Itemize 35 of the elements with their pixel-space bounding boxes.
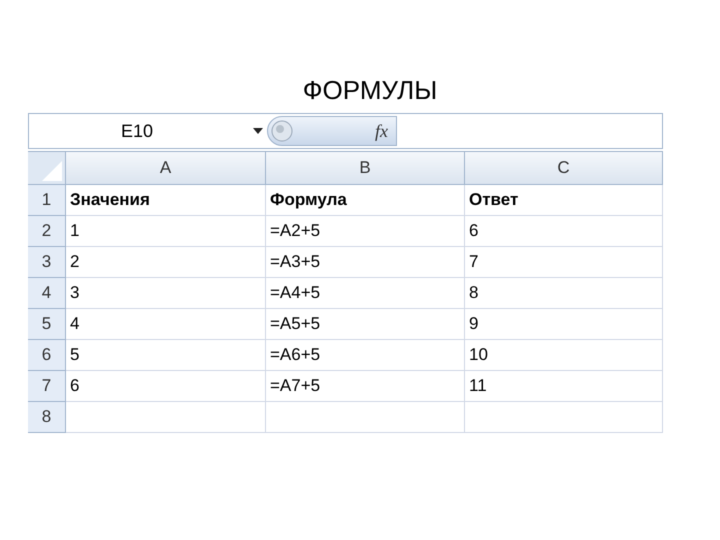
table-cell: 6 [66, 371, 266, 402]
row-header[interactable]: 3 [28, 247, 66, 278]
row-header[interactable]: 4 [28, 278, 66, 309]
table-cell: 11 [465, 371, 663, 402]
row-header[interactable]: 7 [28, 371, 66, 402]
table-cell: 2 [66, 247, 266, 278]
column-header[interactable]: B [266, 152, 465, 185]
table-cell: 5 [66, 340, 266, 371]
row-header[interactable]: 1 [28, 185, 66, 216]
table-cell: =A3+5 [266, 247, 465, 278]
row-header[interactable]: 8 [28, 402, 66, 433]
table-cell: Ответ [465, 185, 663, 216]
row-header[interactable]: 2 [28, 216, 66, 247]
row-header[interactable]: 6 [28, 340, 66, 371]
column-header[interactable]: C [465, 152, 663, 185]
table-cell: 8 [465, 278, 663, 309]
table-cell: 6 [465, 216, 663, 247]
column-header[interactable]: A [66, 152, 266, 185]
table-cell: 10 [465, 340, 663, 371]
select-all-button[interactable] [28, 152, 66, 185]
table-cell: =A4+5 [266, 278, 465, 309]
table-cell: =A6+5 [266, 340, 465, 371]
table-cell: 1 [66, 216, 266, 247]
table-cell: 4 [66, 309, 266, 340]
slide-title: ФОРМУЛЫ [302, 74, 438, 107]
table-cell: Формула [266, 185, 465, 216]
table-cell: =A5+5 [266, 309, 465, 340]
table-cell: 9 [465, 309, 663, 340]
table-cell: 7 [465, 247, 663, 278]
table-cell: 3 [66, 278, 266, 309]
triangle-icon [42, 161, 62, 181]
row-header[interactable]: 5 [28, 309, 66, 340]
table-cell: =A7+5 [266, 371, 465, 402]
table-cell: =A2+5 [266, 216, 465, 247]
table-cell: Значения [66, 185, 266, 216]
